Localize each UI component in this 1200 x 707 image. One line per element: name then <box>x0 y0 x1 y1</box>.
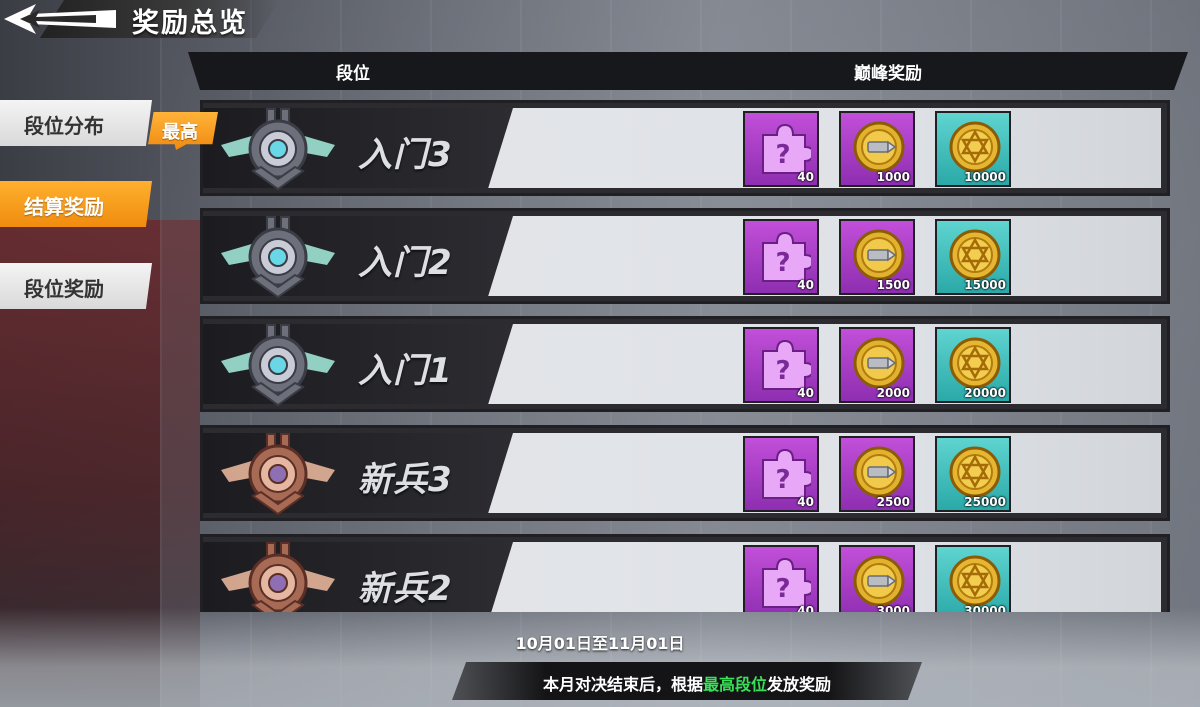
bronze-rank-badge-icon <box>215 430 341 516</box>
reward-quantity: 40 <box>797 495 814 509</box>
reward-quantity: 20000 <box>964 386 1006 400</box>
notice-banner: 本月对决结束后，根据最高段位发放奖励 <box>452 662 922 700</box>
reward-quantity: 25000 <box>964 495 1006 509</box>
column-header-peak-reward: 巅峰奖励 <box>854 64 922 84</box>
notice-suffix: 发放奖励 <box>767 675 832 694</box>
reward-item[interactable]: 25000 <box>935 436 1011 512</box>
notice-text: 本月对决结束后，根据最高段位发放奖励 <box>452 671 922 695</box>
svg-text:?: ? <box>775 140 790 170</box>
reward-quantity: 40 <box>797 278 814 292</box>
rank-name: 新兵3 <box>358 460 453 500</box>
reward-item[interactable]: 10000 <box>935 111 1011 187</box>
back-button[interactable] <box>0 0 118 38</box>
reward-quantity: 10000 <box>964 170 1006 184</box>
reward-quantity: 1000 <box>876 170 910 184</box>
reward-item[interactable]: 30000 <box>935 545 1011 612</box>
peak-rewards: ? 40 3000 30000 <box>743 545 1023 612</box>
rank-name: 入门2 <box>358 243 453 283</box>
reward-item[interactable]: 2500 <box>839 436 915 512</box>
reward-quantity: 30000 <box>964 604 1006 612</box>
peak-rewards: ? 40 2000 20000 <box>743 327 1023 405</box>
rank-name: 入门3 <box>358 135 453 175</box>
reward-quantity: 2000 <box>876 386 910 400</box>
sidebar-item-rank-rewards[interactable]: 段位奖励 <box>0 263 152 309</box>
reward-item[interactable]: ? 40 <box>743 111 819 187</box>
column-header-rank: 段位 <box>336 64 370 84</box>
reward-item[interactable]: ? 40 <box>743 327 819 403</box>
header: 奖励总览 <box>0 0 420 39</box>
sidebar-item-label: 段位分布 <box>24 114 104 138</box>
reward-quantity: 40 <box>797 386 814 400</box>
reward-quantity: 2500 <box>876 495 910 509</box>
back-arrow-icon <box>4 4 116 34</box>
reward-item[interactable]: ? 40 <box>743 436 819 512</box>
silver-rank-badge-icon <box>215 213 341 299</box>
sidebar-item-rank-distribution[interactable]: 段位分布 <box>0 100 152 146</box>
rank-row: 新兵3 ? 40 2500 25000 <box>200 425 1170 521</box>
reward-quantity: 3000 <box>876 604 910 612</box>
reward-item[interactable]: ? 40 <box>743 219 819 295</box>
sidebar-item-label: 段位奖励 <box>24 277 104 301</box>
highest-rank-tag: 最高 <box>148 112 222 152</box>
notice-highlight: 最高段位 <box>702 675 767 694</box>
reward-item[interactable]: 20000 <box>935 327 1011 403</box>
sidebar-item-settlement-rewards[interactable]: 结算奖励 <box>0 181 152 227</box>
svg-text:?: ? <box>775 248 790 278</box>
svg-text:?: ? <box>775 356 790 386</box>
highest-rank-tag-label: 最高 <box>162 122 198 143</box>
peak-rewards: ? 40 1000 10000 <box>743 111 1023 189</box>
rank-reward-list[interactable]: 入门3 ? 40 1000 10000 入门2 ? 40 1500 15000 … <box>200 100 1170 612</box>
reward-item[interactable]: 2000 <box>839 327 915 403</box>
notice-prefix: 本月对决结束后，根据 <box>542 675 703 694</box>
peak-rewards: ? 40 1500 15000 <box>743 219 1023 297</box>
reward-item[interactable]: 15000 <box>935 219 1011 295</box>
table-header: 段位 巅峰奖励 <box>188 52 1188 90</box>
reward-quantity: 1500 <box>876 278 910 292</box>
reward-quantity: 40 <box>797 170 814 184</box>
date-range: 10月01日至11月01日 <box>515 634 685 653</box>
reward-quantity: 40 <box>797 604 814 612</box>
rank-row: 入门3 ? 40 1000 10000 <box>200 100 1170 196</box>
rank-row: 入门2 ? 40 1500 15000 <box>200 208 1170 304</box>
rank-row: 入门1 ? 40 2000 20000 <box>200 316 1170 412</box>
bronze-rank-badge-icon <box>215 539 341 612</box>
peak-rewards: ? 40 2500 25000 <box>743 436 1023 514</box>
reward-item[interactable]: 3000 <box>839 545 915 612</box>
svg-text:?: ? <box>775 465 790 495</box>
sidebar-item-label: 结算奖励 <box>24 195 104 219</box>
rank-name: 入门1 <box>358 351 453 391</box>
silver-rank-badge-icon <box>215 105 341 191</box>
svg-text:?: ? <box>775 574 790 604</box>
reward-item[interactable]: ? 40 <box>743 545 819 612</box>
silver-rank-badge-icon <box>215 321 341 407</box>
rank-row: 新兵2 ? 40 3000 30000 <box>200 534 1170 612</box>
reward-item[interactable]: 1000 <box>839 111 915 187</box>
reward-item[interactable]: 1500 <box>839 219 915 295</box>
page-title: 奖励总览 <box>132 8 248 39</box>
reward-quantity: 15000 <box>964 278 1006 292</box>
rank-name: 新兵2 <box>358 569 453 609</box>
